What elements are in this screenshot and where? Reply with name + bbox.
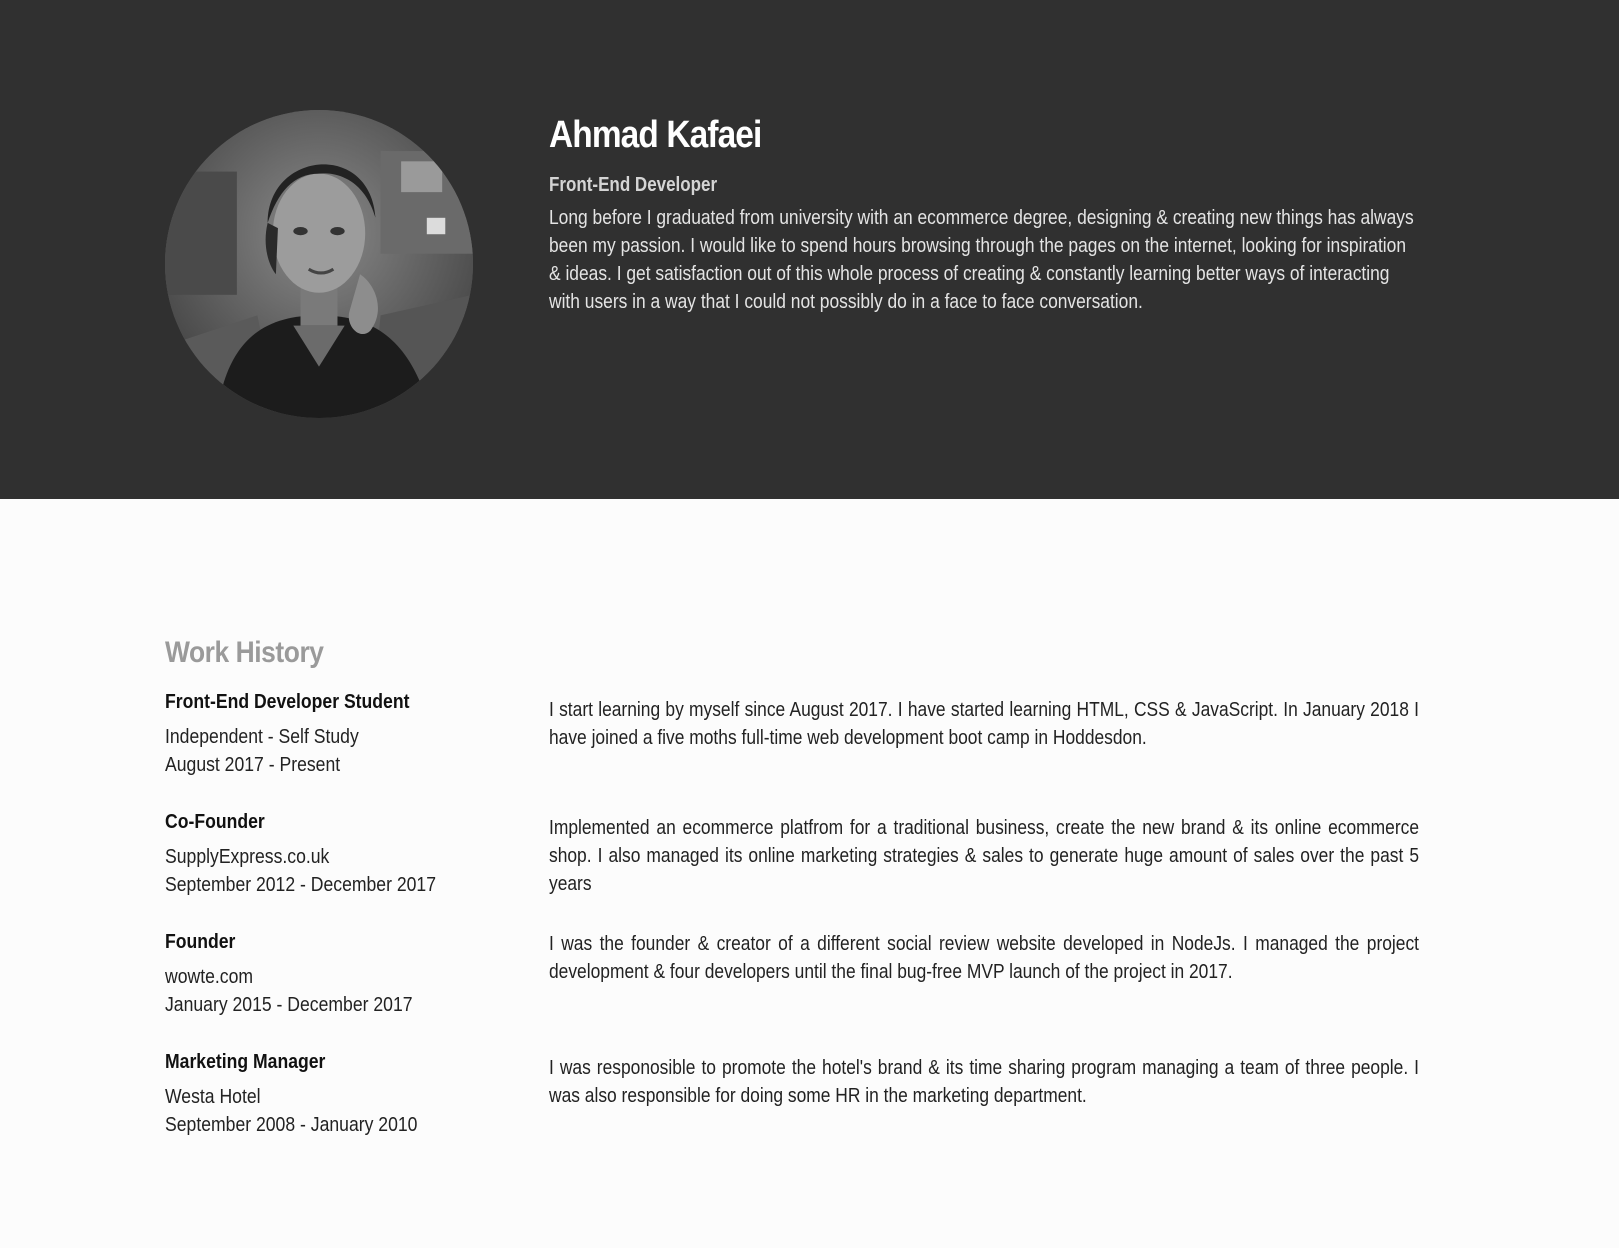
profile-name: Ahmad Kafaei (549, 114, 762, 156)
job-dates: September 2012 - December 2017 (165, 874, 437, 896)
portrait-image (165, 110, 473, 418)
job-description-text: I was the founder & creator of a differe… (549, 933, 1419, 983)
job-company: Independent - Self Study (165, 726, 359, 748)
job-meta: Founder wowte.com January 2015 - Decembe… (165, 928, 525, 1019)
job-description-text: I was responosible to promote the hotel'… (549, 1057, 1419, 1107)
profile-role: Front-End Developer (549, 174, 718, 196)
job-dates: September 2008 - January 2010 (165, 1114, 418, 1136)
job-title: Founder (165, 931, 236, 953)
job-title: Marketing Manager (165, 1051, 326, 1073)
job-meta: Marketing Manager Westa Hotel September … (165, 1048, 525, 1139)
job-company: SupplyExpress.co.uk (165, 846, 330, 868)
profile-header: Ahmad Kafaei Front-End Developer Long be… (0, 0, 1619, 499)
job-meta: Front-End Developer Student Independent … (165, 688, 525, 779)
job-description: I start learning by myself since August … (549, 696, 1419, 752)
job-title: Front-End Developer Student (165, 691, 410, 713)
job-description: I was the founder & creator of a differe… (549, 930, 1419, 986)
job-meta: Co-Founder SupplyExpress.co.uk September… (165, 808, 525, 899)
work-history-section: Work History Front-End Developer Student… (0, 499, 1619, 1248)
job-company: Westa Hotel (165, 1086, 261, 1108)
job-description: I was responosible to promote the hotel'… (549, 1054, 1419, 1110)
profile-photo (165, 110, 473, 418)
job-description-text: I start learning by myself since August … (549, 699, 1419, 749)
work-history-title: Work History (165, 636, 324, 669)
job-description-text: Implemented an ecommerce platfrom for a … (549, 817, 1419, 895)
job-dates: January 2015 - December 2017 (165, 994, 413, 1016)
job-title: Co-Founder (165, 811, 265, 833)
job-dates: August 2017 - Present (165, 754, 341, 776)
profile-intro: Ahmad Kafaei Front-End Developer Long be… (549, 110, 1419, 316)
job-company: wowte.com (165, 966, 254, 988)
profile-bio: Long before I graduated from university … (549, 207, 1414, 313)
job-description: Implemented an ecommerce platfrom for a … (549, 814, 1419, 898)
